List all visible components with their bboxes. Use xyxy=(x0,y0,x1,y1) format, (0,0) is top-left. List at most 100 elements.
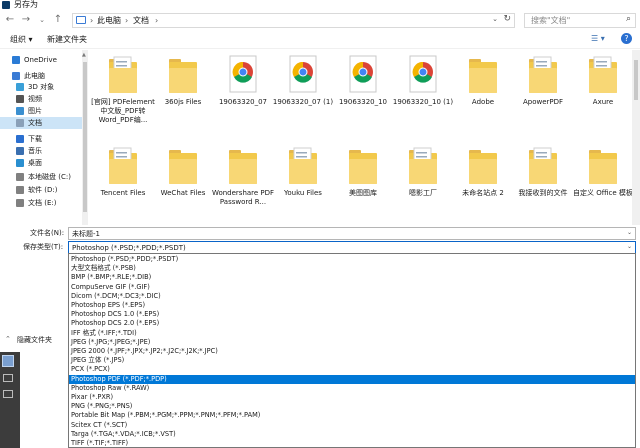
breadcrumb-documents[interactable]: 文档 xyxy=(133,15,149,26)
save-type-option[interactable]: Pixar (*.PXR) xyxy=(69,393,635,402)
folder-icon xyxy=(167,146,199,188)
recent-locations-chevron-icon[interactable]: ⌄ xyxy=(36,14,48,26)
file-name: 我接收到的文件 xyxy=(518,189,568,197)
sidebar-item[interactable]: OneDrive xyxy=(0,54,82,66)
sidebar-item-label: 下载 xyxy=(28,135,42,143)
chevron-down-icon[interactable]: ⌄ xyxy=(627,229,632,236)
save-type-option[interactable]: Photoshop DCS 1.0 (*.EPS) xyxy=(69,310,635,319)
file-name: ApowerPDF xyxy=(522,98,564,106)
file-item[interactable]: Tencent Files xyxy=(93,146,153,226)
file-item[interactable]: 19063320_07 (1) xyxy=(273,55,333,135)
view-options-icon[interactable]: ☰ ▾ xyxy=(591,34,605,43)
title-bar: 另存为 xyxy=(0,0,640,10)
file-item[interactable]: ApowerPDF xyxy=(513,55,573,135)
save-type-option[interactable]: Photoshop (*.PSD;*.PDD;*.PSDT) xyxy=(69,255,635,264)
file-item[interactable]: 嗯影工厂 xyxy=(393,146,453,226)
save-type-option[interactable]: PCX (*.PCX) xyxy=(69,365,635,374)
sidebar-item[interactable]: 下载 xyxy=(0,133,82,145)
navigation-pane: OneDrive 此电脑 3D 对象 视频 图片 文档 下载 音乐 桌面 本地磁盘 (C:) 软件 … xyxy=(0,50,82,220)
up-arrow-icon[interactable]: ↑ xyxy=(52,14,64,26)
file-item[interactable]: Axure xyxy=(573,55,633,135)
save-type-option[interactable]: CompuServe GIF (*.GIF) xyxy=(69,283,635,292)
save-type-option[interactable]: Photoshop Raw (*.RAW) xyxy=(69,384,635,393)
search-input[interactable]: 搜索"文档" ⌕ xyxy=(524,13,636,28)
file-item[interactable]: Adobe xyxy=(453,55,513,135)
file-name: 嗯影工厂 xyxy=(409,189,437,197)
sidebar-item[interactable]: 软件 (D:) xyxy=(0,184,82,196)
save-type-option[interactable]: JPEG 立体 (*.JPS) xyxy=(69,356,635,365)
save-type-option[interactable]: Targa (*.TGA;*.VDA;*.ICB;*.VST) xyxy=(69,430,635,439)
file-item[interactable]: [官网] PDFelement中文版_PDF转Word_PDF编... xyxy=(91,55,155,135)
sidebar-item[interactable]: 文档 xyxy=(0,117,82,129)
sidebar-item-label: 软件 (D:) xyxy=(28,186,58,194)
scrollbar-thumb[interactable] xyxy=(634,60,638,100)
save-type-option[interactable]: Photoshop PDF (*.PDF;*.PDP) xyxy=(69,374,635,384)
sidebar-item[interactable]: 视频 xyxy=(0,93,82,105)
filename-label: 文件名(N): xyxy=(30,229,65,237)
file-item[interactable]: Wondershare PDF Password R... xyxy=(212,146,274,226)
sidebar-item[interactable]: 3D 对象 xyxy=(0,81,82,93)
save-type-option[interactable]: Photoshop EPS (*.EPS) xyxy=(69,301,635,310)
address-bar[interactable]: › 此电脑 › 文档 › ⌄ ↻ xyxy=(72,13,515,28)
breadcrumb-this-pc[interactable]: 此电脑 xyxy=(97,15,121,26)
sidebar-item-label: 图片 xyxy=(28,107,42,115)
breadcrumb-separator-icon: › xyxy=(90,16,94,25)
scroll-up-icon[interactable]: ▲ xyxy=(82,52,86,58)
search-icon: ⌕ xyxy=(625,14,631,24)
file-name: Youku Files xyxy=(284,189,322,197)
file-item[interactable]: 未命名站点 2 xyxy=(453,146,513,226)
file-item[interactable]: 我接收到的文件 xyxy=(513,146,573,226)
save-type-label: 保存类型(T): xyxy=(23,243,64,251)
file-name: 美图图库 xyxy=(349,189,377,197)
file-list: [官网] PDFelement中文版_PDF转Word_PDF编... 360js… xyxy=(90,50,633,226)
filename-field[interactable]: 未标题-1 ⌄ xyxy=(68,227,636,240)
refresh-icon[interactable]: ↻ xyxy=(503,14,511,24)
file-list-scrollbar[interactable] xyxy=(632,50,640,225)
help-icon[interactable]: ? xyxy=(621,33,632,44)
save-type-option[interactable]: Portable Bit Map (*.PBM;*.PGM;*.PPM;*.PN… xyxy=(69,411,635,420)
file-item[interactable]: 自定义 Office 模板 xyxy=(573,146,633,226)
save-type-option[interactable]: Dicom (*.DCM;*.DC3;*.DIC) xyxy=(69,292,635,301)
file-item[interactable]: 360js Files xyxy=(153,55,213,135)
file-item[interactable]: 19063320_10 xyxy=(333,55,393,135)
save-type-option[interactable]: BMP (*.BMP;*.RLE;*.DIB) xyxy=(69,273,635,282)
sidebar-item[interactable]: 桌面 xyxy=(0,157,82,169)
music-icon xyxy=(16,147,24,155)
file-item[interactable]: Youku Files xyxy=(273,146,333,226)
chrome-html-file-icon xyxy=(347,55,379,97)
forward-arrow-icon[interactable]: → xyxy=(20,14,32,26)
save-type-option[interactable]: IFF 格式 (*.IFF;*.TDI) xyxy=(69,329,635,338)
back-arrow-icon[interactable]: ← xyxy=(4,14,16,26)
save-type-option[interactable]: Photoshop DCS 2.0 (*.EPS) xyxy=(69,319,635,328)
sidebar-item[interactable]: 音乐 xyxy=(0,145,82,157)
navigation-scrollbar[interactable]: ▲ xyxy=(82,50,88,225)
address-dropdown-icon[interactable]: ⌄ xyxy=(492,15,498,23)
folder-icon xyxy=(587,146,619,188)
cloud-icon xyxy=(12,56,20,64)
sidebar-item[interactable]: 本地磁盘 (C:) xyxy=(0,171,82,183)
scrollbar-thumb[interactable] xyxy=(83,62,87,212)
file-item[interactable]: 19063320_07 xyxy=(213,55,273,135)
save-type-option[interactable]: Scitex CT (*.SCT) xyxy=(69,421,635,430)
mask-icon xyxy=(3,374,13,382)
file-item[interactable]: WeChat Files xyxy=(153,146,213,226)
save-type-option[interactable]: JPEG 2000 (*.JPF;*.JPX;*.JP2;*.J2C;*.J2K… xyxy=(69,347,635,356)
save-type-option[interactable]: TIFF (*.TIF;*.TIFF) xyxy=(69,439,635,447)
folder-icon xyxy=(107,55,139,97)
save-type-option[interactable]: 大型文档格式 (*.PSB) xyxy=(69,264,635,273)
breadcrumb-separator-icon: › xyxy=(155,16,159,25)
file-name: 360js Files xyxy=(164,98,202,106)
sidebar-item-label: 文档 (E:) xyxy=(28,199,57,207)
file-item[interactable]: 19063320_10 (1) xyxy=(393,55,453,135)
new-folder-button[interactable]: 新建文件夹 xyxy=(47,35,87,45)
file-item[interactable]: 美图图库 xyxy=(333,146,393,226)
organize-button[interactable]: 组织 ▾ xyxy=(10,35,33,45)
sidebar-item-label: 3D 对象 xyxy=(28,83,55,91)
sidebar-item[interactable]: 文档 (E:) xyxy=(0,197,82,209)
document-icon xyxy=(16,119,24,127)
save-type-option[interactable]: JPEG (*.JPG;*.JPEG;*.JPE) xyxy=(69,338,635,347)
chevron-down-icon[interactable]: ⌄ xyxy=(627,243,632,250)
folder-icon xyxy=(527,146,559,188)
save-type-option[interactable]: PNG (*.PNG;*.PNS) xyxy=(69,402,635,411)
sidebar-item[interactable]: 图片 xyxy=(0,105,82,117)
